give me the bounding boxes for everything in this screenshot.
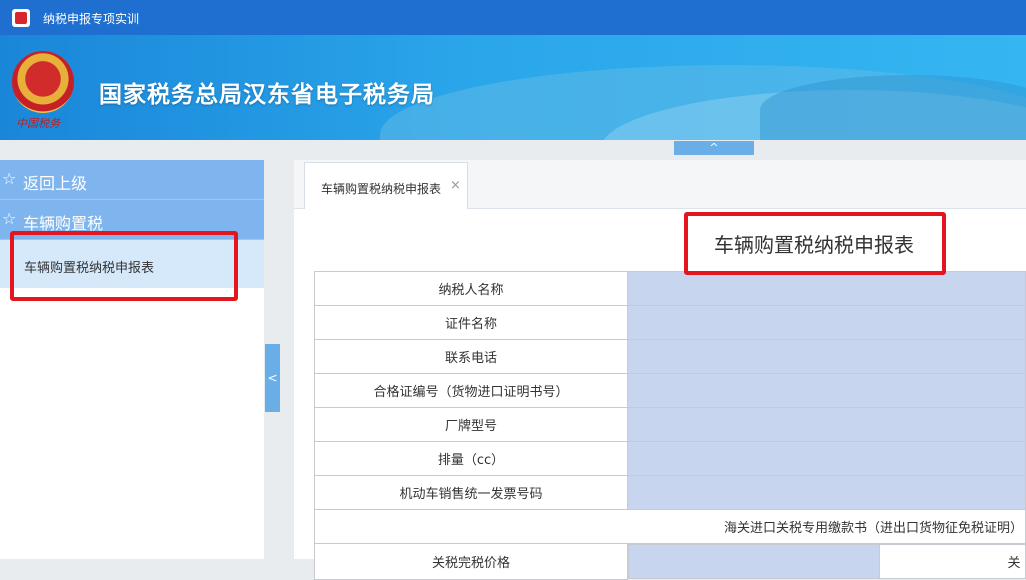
section-header: 海关进口关税专用缴款书（进出口货物征免税证明） bbox=[314, 509, 1026, 544]
title-bar: 纳税申报专项实训 bbox=[0, 0, 1026, 35]
sidebar-item-back[interactable]: ☆ 返回上级 bbox=[0, 160, 264, 200]
highlight-box bbox=[10, 231, 238, 301]
tab-vehicle-tax-form[interactable]: 车辆购置税纳税申报表 × bbox=[304, 162, 468, 209]
table-row: 排量（cc） bbox=[314, 441, 1026, 476]
field-label: 合格证编号（货物进口证明书号） bbox=[314, 373, 628, 408]
collapse-header-button[interactable]: ^ bbox=[674, 141, 754, 155]
table-row: 厂牌型号 bbox=[314, 407, 1026, 442]
star-icon: ☆ bbox=[2, 169, 17, 188]
table-row: 纳税人名称 bbox=[314, 271, 1026, 306]
sidebar: ☆ 返回上级 ☆ 车辆购置税 车辆购置税纳税申报表 bbox=[0, 160, 264, 559]
invoice-number-field[interactable] bbox=[627, 475, 1026, 510]
field-label: 排量（cc） bbox=[314, 441, 628, 476]
app-icon bbox=[12, 9, 30, 27]
table-row: 合格证编号（货物进口证明书号） bbox=[314, 373, 1026, 408]
certificate-number-field[interactable] bbox=[627, 373, 1026, 408]
tab-strip: 车辆购置税纳税申报表 × bbox=[294, 160, 1026, 209]
field-label: 厂牌型号 bbox=[314, 407, 628, 442]
field-label: 证件名称 bbox=[314, 305, 628, 340]
header-banner: 中国税务 国家税务总局汉东省电子税务局 bbox=[0, 35, 1026, 140]
highlight-box bbox=[684, 212, 946, 275]
window-title: 纳税申报专项实训 bbox=[43, 12, 140, 26]
table-row: 证件名称 bbox=[314, 305, 1026, 340]
id-type-field[interactable] bbox=[627, 305, 1026, 340]
bureau-title: 国家税务总局汉东省电子税务局 bbox=[99, 82, 435, 108]
table-row: 机动车销售统一发票号码 bbox=[314, 475, 1026, 510]
star-icon: ☆ bbox=[2, 209, 17, 228]
field-label: 关税完税价格 bbox=[314, 543, 628, 580]
tax-emblem-icon bbox=[12, 51, 74, 113]
table-row: 关税完税价格 关 bbox=[314, 543, 1026, 580]
field-label: 联系电话 bbox=[314, 339, 628, 374]
sidebar-item-label: 返回上级 bbox=[23, 174, 88, 193]
taxpayer-name-field[interactable] bbox=[627, 271, 1026, 306]
field-label: 关 bbox=[879, 544, 1026, 579]
phone-field[interactable] bbox=[627, 339, 1026, 374]
table-row: 联系电话 bbox=[314, 339, 1026, 374]
brand-model-field[interactable] bbox=[627, 407, 1026, 442]
table-row: 海关进口关税专用缴款书（进出口货物征免税证明） bbox=[314, 509, 1026, 544]
close-icon[interactable]: × bbox=[450, 178, 461, 193]
customs-value-field[interactable] bbox=[628, 544, 880, 579]
displacement-field[interactable] bbox=[627, 441, 1026, 476]
emblem-caption: 中国税务 bbox=[16, 117, 60, 130]
field-label: 机动车销售统一发票号码 bbox=[314, 475, 628, 510]
field-label: 纳税人名称 bbox=[314, 271, 628, 306]
tab-label: 车辆购置税纳税申报表 bbox=[321, 182, 442, 196]
declaration-table: 纳税人名称 证件名称 联系电话 合格证编号（货物进口证明书号） 厂牌型号 排量（… bbox=[314, 271, 1026, 580]
collapse-sidebar-button[interactable]: < bbox=[265, 344, 280, 412]
